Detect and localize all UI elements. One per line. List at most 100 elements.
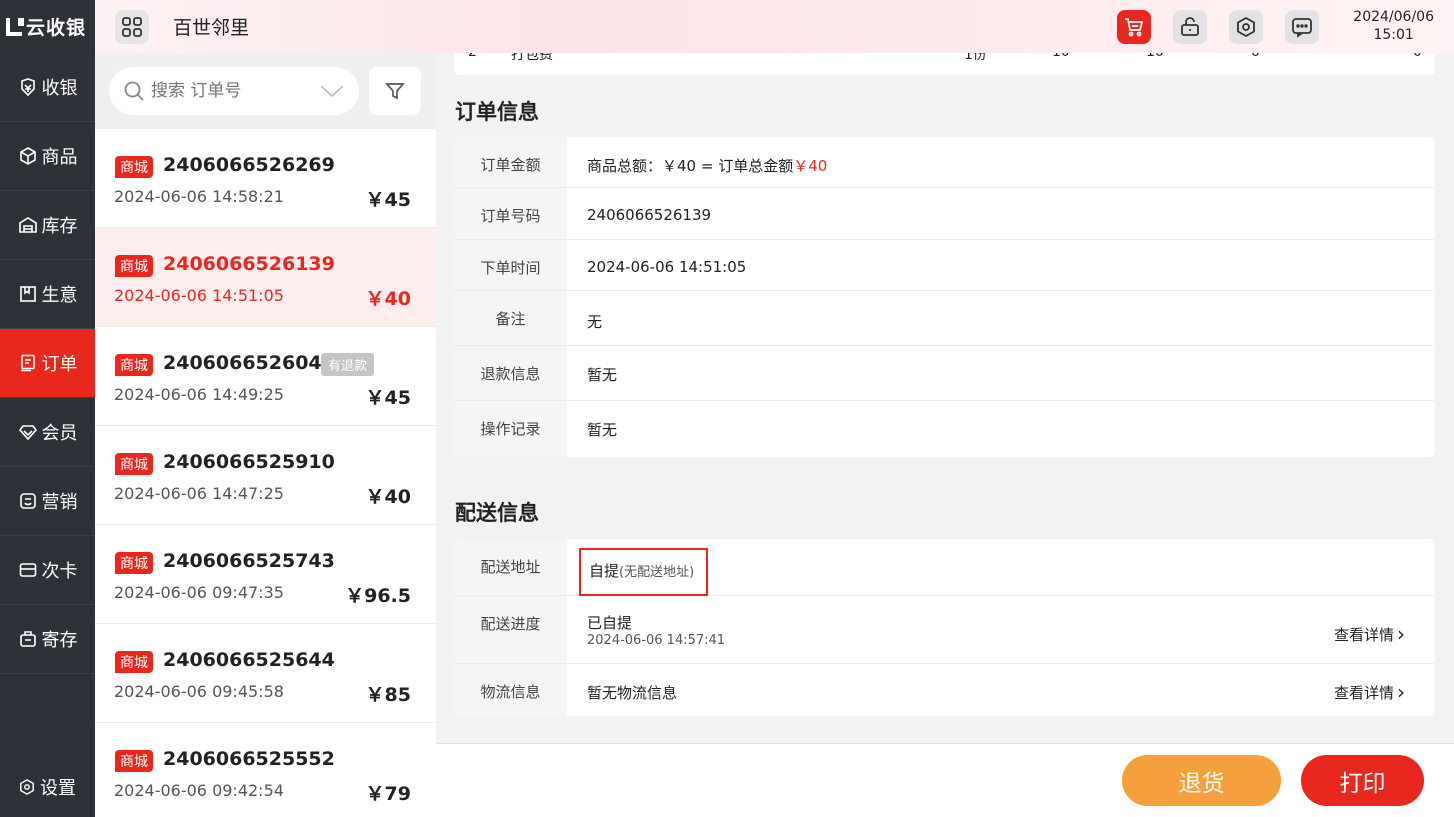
filter-icon: [385, 83, 405, 100]
print-button[interactable]: 打印: [1301, 755, 1424, 806]
order-time: 2024-06-06 09:42:54: [114, 781, 284, 800]
sidebar-item-settings[interactable]: 设置: [0, 757, 95, 817]
filter-button[interactable]: [369, 67, 421, 115]
sidebar-item-inventory[interactable]: 库存: [0, 191, 95, 260]
note-row: 备注 无: [454, 291, 1435, 346]
order-amount: ￥79: [365, 783, 411, 805]
order-list-item[interactable]: 商城 2406066526047 有退款 2024-06-06 14:49:25…: [95, 327, 436, 426]
sidebar-item-business[interactable]: 生意: [0, 260, 95, 329]
order-list-pane: 商城 2406066526269 2024-06-06 14:58:21 ￥45…: [95, 53, 436, 817]
header-actions: [1117, 10, 1319, 44]
chevron-down-icon[interactable]: [319, 81, 345, 101]
field-value: 暂无: [587, 421, 618, 439]
order-time: 2024-06-06 09:45:58: [114, 682, 284, 701]
refund-info-row: 退款信息 暂无: [454, 346, 1435, 401]
field-value: 商品总额：￥40 = 订单总金额￥40: [567, 137, 1435, 187]
lock-button[interactable]: [1173, 10, 1207, 44]
field-value: 自提(无配送地址): [567, 539, 1435, 596]
settings-icon: [19, 779, 35, 795]
mall-tag: 商城: [115, 651, 153, 673]
refund-badge: 有退款: [321, 353, 375, 376]
message-button[interactable]: [1285, 10, 1319, 44]
field-value: 已自提 2024-06-06 14:57:41: [567, 596, 1435, 663]
mall-tag: 商城: [115, 255, 153, 277]
order-number: 2406066525644: [163, 649, 335, 671]
field-value: 暂无: [587, 366, 618, 384]
app-logo: 云收银: [0, 0, 95, 53]
field-label: 操作记录: [454, 401, 567, 457]
order-list-item[interactable]: 商城 2406066525743 2024-06-06 09:47:35 ￥96…: [95, 525, 436, 624]
field-value: 暂无物流信息: [587, 684, 678, 702]
sidebar: 云收银 收银 商品 库存 生意 订单 会员 营销 次卡 寄存 设置: [0, 0, 95, 817]
field-label: 下单时间: [454, 240, 567, 290]
message-icon: [1292, 18, 1312, 38]
report-icon: [18, 284, 38, 304]
return-button[interactable]: 退货: [1122, 755, 1281, 806]
address-highlight-box: 自提(无配送地址): [579, 548, 709, 596]
row-col1: 10: [1052, 53, 1070, 60]
order-list-item[interactable]: 商城 2406066526269 2024-06-06 14:58:21 ￥45: [95, 129, 436, 228]
search-input[interactable]: [151, 81, 311, 101]
delivery-info-card: 配送地址 自提(无配送地址) 配送进度 已自提 2024-06-06 14:57…: [454, 539, 1435, 716]
sidebar-item-orders[interactable]: 订单: [0, 329, 95, 398]
top-header: 百世邻里 2024/06/06 15:01: [95, 0, 1454, 53]
field-value: 2024-06-06 14:51:05: [587, 258, 747, 276]
field-label: 配送地址: [454, 539, 567, 595]
sidebar-item-goods[interactable]: 商品: [0, 122, 95, 191]
order-amount: ￥40: [365, 288, 411, 310]
goods-table-last-row: 2 打包费 1份 10 10 0 0: [454, 53, 1435, 75]
order-amount: ￥85: [365, 684, 411, 706]
search-box[interactable]: [109, 67, 359, 115]
cart-button[interactable]: [1117, 10, 1151, 44]
sidebar-item-storage[interactable]: 寄存: [0, 605, 95, 674]
progress-status: 已自提: [587, 614, 633, 632]
mall-tag: 商城: [115, 552, 153, 574]
order-list-item-selected[interactable]: 商城 2406066526139 2024-06-06 14:51:05 ￥40: [95, 228, 436, 327]
view-progress-detail-link[interactable]: 查看详情: [1334, 621, 1405, 645]
field-label: 备注: [454, 291, 567, 345]
cashier-icon: [18, 77, 38, 97]
delivery-progress-row: 配送进度 已自提 2024-06-06 14:57:41 查看详情: [454, 596, 1435, 664]
header-time: 15:01: [1373, 27, 1414, 43]
sidebar-item-card[interactable]: 次卡: [0, 536, 95, 605]
order-time: 2024-06-06 14:51:05: [114, 286, 284, 305]
progress-time: 2024-06-06 14:57:41: [587, 633, 726, 648]
order-time: 2024-06-06 09:47:35: [114, 583, 284, 602]
delivery-address-row: 配送地址 自提(无配送地址): [454, 539, 1435, 596]
address-value: 自提: [589, 562, 620, 580]
sidebar-item-marketing[interactable]: 营销: [0, 467, 95, 536]
field-value: 无: [587, 313, 603, 331]
order-list-item[interactable]: 商城 2406066525552 2024-06-06 09:42:54 ￥79: [95, 723, 436, 817]
order-number: 2406066525552: [163, 748, 335, 770]
row-col3: 0: [1251, 53, 1260, 60]
field-label: 退款信息: [454, 346, 567, 400]
view-logistics-detail-link[interactable]: 查看详情: [1334, 679, 1405, 703]
cart-icon: [1125, 18, 1144, 37]
row-index: 2: [468, 53, 477, 60]
order-list-item[interactable]: 商城 2406066525644 2024-06-06 09:45:58 ￥85: [95, 624, 436, 723]
mall-tag: 商城: [115, 750, 153, 772]
settings-button[interactable]: [1229, 10, 1263, 44]
order-amount: ￥45: [365, 387, 411, 409]
sidebar-item-members[interactable]: 会员: [0, 398, 95, 467]
grid-icon: [122, 16, 142, 37]
field-label: 订单号码: [454, 188, 567, 239]
amount-total: ￥40: [793, 157, 828, 175]
row-name: 打包费: [511, 53, 553, 63]
search-icon: [124, 81, 144, 101]
order-time: 2024-06-06 14:58:21: [114, 187, 284, 206]
operation-log-row: 操作记录 暂无: [454, 401, 1435, 457]
mall-tag: 商城: [115, 453, 153, 475]
row-col4: 0: [1413, 53, 1422, 60]
logistics-row: 物流信息 暂无物流信息 查看详情: [454, 664, 1435, 716]
order-amount-row: 订单金额 商品总额：￥40 = 订单总金额￥40: [454, 137, 1435, 188]
row-unit: 1份: [964, 53, 987, 63]
order-icon: [18, 353, 38, 373]
hex-settings-icon: [1237, 16, 1255, 38]
card-icon: [18, 560, 38, 580]
amount-formula: 商品总额：￥40 = 订单总金额: [587, 157, 794, 175]
order-list-item[interactable]: 商城 2406066525910 2024-06-06 14:47:25 ￥40: [95, 426, 436, 525]
app-grid-button[interactable]: [115, 9, 149, 44]
order-time: 2024-06-06 14:47:25: [114, 484, 284, 503]
sidebar-item-cashier[interactable]: 收银: [0, 53, 95, 122]
